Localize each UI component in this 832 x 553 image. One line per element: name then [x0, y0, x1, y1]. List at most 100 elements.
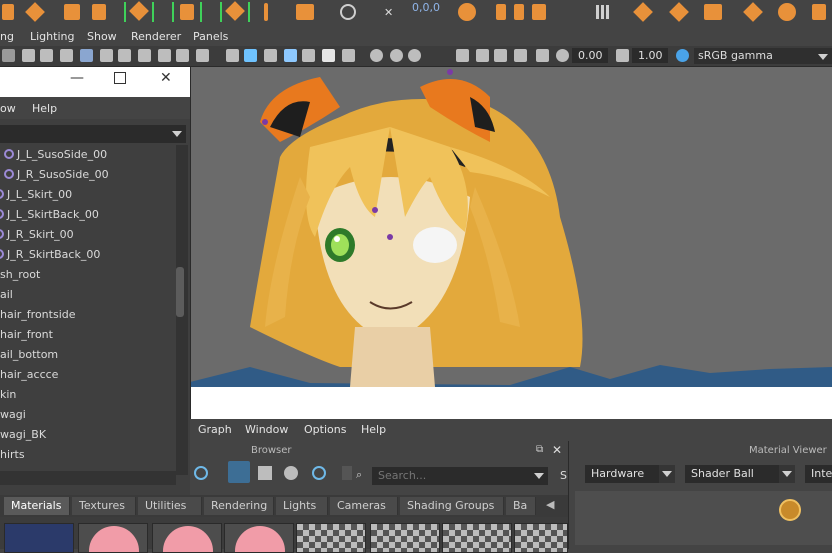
film-gate-icon[interactable] [100, 49, 113, 62]
xray-joints-icon[interactable] [494, 49, 507, 62]
close-icon[interactable]: ✕ [552, 443, 562, 457]
motion-blur-icon[interactable] [390, 49, 403, 62]
list-item[interactable]: J_R_SkirtBack_00 [0, 245, 170, 265]
anti-alias-icon[interactable] [408, 49, 421, 62]
select-tool-icon[interactable] [264, 3, 268, 21]
grid-icon[interactable] [80, 49, 93, 62]
orange-shape-icon[interactable] [812, 3, 826, 21]
snap-icon[interactable] [340, 3, 356, 21]
tab-textures[interactable]: Textures [72, 497, 136, 515]
menu-options[interactable]: Options [304, 423, 346, 436]
menu-lighting[interactable]: Lighting [30, 30, 74, 43]
menu-show[interactable]: Show [87, 30, 117, 43]
orange-shape-icon[interactable] [25, 2, 45, 22]
safe-title-icon[interactable] [196, 49, 209, 62]
orange-shape-icon[interactable] [2, 3, 14, 21]
float-icon[interactable]: ⧉ [536, 444, 543, 455]
chevron-down-icon[interactable] [172, 131, 182, 137]
scale-tool-icon[interactable] [172, 2, 202, 22]
textured-icon[interactable] [264, 49, 277, 62]
sphere-icon[interactable] [194, 466, 208, 480]
search-input[interactable] [372, 467, 548, 485]
tab-cameras[interactable]: Cameras [330, 497, 398, 515]
lights-icon[interactable] [284, 49, 297, 62]
orange-shape-icon[interactable] [669, 2, 689, 22]
menu-shading[interactable]: ng [0, 30, 14, 43]
list-item[interactable]: J_R_SusoSide_00 [4, 165, 180, 185]
sort-time-icon[interactable] [284, 466, 298, 480]
list-item[interactable]: hair_accce [0, 365, 176, 385]
move-tool-icon[interactable] [124, 1, 154, 22]
chevron-down-icon[interactable] [534, 473, 544, 479]
orange-shape-icon[interactable] [704, 3, 722, 21]
minimize-icon[interactable]: — [70, 70, 84, 86]
exposure-field[interactable]: 0.00 [572, 48, 608, 63]
list-item[interactable]: J_L_SkirtBack_00 [0, 205, 170, 225]
orange-shape-icon[interactable] [64, 3, 80, 21]
orange-shape-icon[interactable] [514, 3, 524, 21]
menu-panels[interactable]: Panels [193, 30, 228, 43]
menu-renderer[interactable]: Renderer [131, 30, 181, 43]
wireframe-shaded-icon[interactable] [226, 49, 239, 62]
orange-shape-icon[interactable] [496, 3, 506, 21]
rotate-tool-icon[interactable] [220, 1, 250, 22]
bookmark-icon[interactable] [40, 49, 53, 62]
isolate-select-icon[interactable] [456, 49, 469, 62]
ambient-occlusion-icon[interactable] [370, 49, 383, 62]
list-item[interactable]: hair_frontside [0, 305, 176, 325]
color-management-icon[interactable] [676, 49, 689, 62]
chevron-down-icon[interactable] [818, 54, 828, 60]
menu-window[interactable]: Window [245, 423, 288, 436]
sort-type-icon[interactable] [258, 466, 272, 480]
tab-rendering[interactable]: Rendering [204, 497, 274, 515]
renderer-dropdown[interactable]: Hardware [585, 465, 659, 483]
gate-mask-icon[interactable] [138, 49, 151, 62]
exposure-icon[interactable] [556, 49, 569, 62]
list-item[interactable]: sh_root [0, 265, 176, 285]
menu-graph[interactable]: Graph [198, 423, 232, 436]
grid-icon[interactable] [596, 3, 610, 21]
wireframe-icon[interactable] [2, 49, 15, 62]
menu-help[interactable]: Help [32, 102, 57, 115]
shader-dropdown[interactable]: Shader Ball [685, 465, 779, 483]
maximize-icon[interactable] [114, 72, 126, 84]
shader-dropdown-button[interactable] [779, 465, 795, 483]
list-item[interactable]: J_R_Skirt_00 [0, 225, 170, 245]
interactive-dropdown[interactable]: Inter [805, 465, 832, 483]
tab-bake-sets[interactable]: Ba [506, 497, 536, 515]
colorspace-dropdown[interactable]: sRGB gamma [694, 48, 832, 64]
chevron-left-icon[interactable]: ◀ [546, 498, 554, 511]
use-all-lights-icon[interactable] [322, 49, 335, 62]
field-chart-icon[interactable] [158, 49, 171, 62]
tab-shading-groups[interactable]: Shading Groups [400, 497, 504, 515]
orange-shape-icon[interactable] [458, 3, 476, 21]
list-item[interactable]: hair_front [0, 325, 176, 345]
list-item[interactable]: J_L_Skirt_00 [0, 185, 170, 205]
viewport[interactable] [190, 67, 832, 387]
outliner-scroll-thumb[interactable] [176, 267, 184, 317]
safe-action-icon[interactable] [176, 49, 189, 62]
outliner-horizontal-scrollbar[interactable] [0, 471, 176, 485]
orange-shape-icon[interactable] [633, 2, 653, 22]
list-item[interactable]: wagi [0, 405, 176, 425]
shadows-icon[interactable] [342, 49, 355, 62]
orange-shape-icon[interactable] [92, 3, 106, 21]
gamma-field[interactable]: 1.00 [632, 48, 668, 63]
paint-icon[interactable] [60, 49, 73, 62]
list-item[interactable]: hirts [0, 445, 176, 465]
gamma-icon[interactable] [616, 49, 629, 62]
outliner-filter-field[interactable] [0, 125, 186, 143]
resolution-gate-icon[interactable] [118, 49, 131, 62]
refresh-icon[interactable] [312, 466, 326, 480]
list-item[interactable]: kin [0, 385, 176, 405]
list-item[interactable]: ail_bottom [0, 345, 176, 365]
menu-show[interactable]: ow [0, 102, 16, 115]
checker-icon[interactable] [302, 49, 315, 62]
close-icon[interactable]: ✕ [160, 70, 172, 86]
orange-shape-icon[interactable] [296, 3, 314, 21]
orange-shape-icon[interactable] [778, 3, 796, 21]
tab-lights[interactable]: Lights [276, 497, 328, 515]
tab-materials[interactable]: Materials [4, 497, 70, 515]
sort-az-icon[interactable] [228, 461, 250, 483]
search-option-label[interactable]: S [560, 469, 567, 482]
